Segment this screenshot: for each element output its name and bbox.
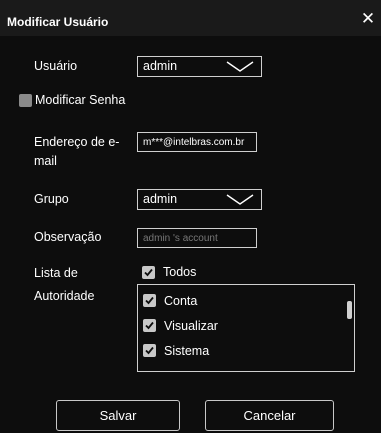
email-label-line2: mail — [34, 154, 57, 168]
close-icon[interactable]: ✕ — [359, 10, 377, 28]
select-all-checkbox[interactable] — [142, 266, 155, 279]
authority-item-label: Sistema — [164, 344, 210, 358]
authority-label-line2: Autoridade — [34, 289, 95, 303]
checkmark-icon — [145, 296, 154, 305]
authority-label-line1: Lista de — [34, 266, 78, 280]
authority-item-label: Visualizar — [164, 319, 218, 333]
save-button[interactable]: Salvar — [56, 400, 180, 431]
chevron-down-icon — [226, 61, 254, 72]
group-label: Grupo — [34, 192, 69, 206]
user-select-value: admin — [143, 59, 178, 73]
select-all-label: Todos — [163, 265, 197, 279]
user-label: Usuário — [34, 59, 78, 73]
change-password-checkbox[interactable] — [19, 94, 32, 107]
note-label: Observação — [34, 230, 102, 244]
group-select[interactable]: admin — [137, 189, 262, 210]
user-select[interactable]: admin — [137, 56, 262, 77]
dialog-titlebar: Modificar Usuário ✕ — [0, 0, 381, 36]
authority-item-label: Conta — [164, 294, 198, 308]
authority-checkbox[interactable] — [143, 344, 156, 357]
checkmark-icon — [144, 268, 153, 277]
email-field[interactable] — [137, 132, 257, 152]
checkmark-icon — [145, 321, 154, 330]
checkmark-icon — [145, 346, 154, 355]
change-password-label: Modificar Senha — [35, 93, 126, 107]
authority-list[interactable]: Conta Visualizar Sistema — [137, 284, 355, 372]
note-field[interactable] — [137, 228, 257, 248]
authority-checkbox-partial — [143, 371, 156, 372]
dialog-title: Modificar Usuário — [7, 15, 109, 29]
authority-checkbox[interactable] — [143, 319, 156, 332]
group-select-value: admin — [143, 192, 178, 206]
cancel-button[interactable]: Cancelar — [205, 400, 334, 431]
scrollbar-thumb[interactable] — [347, 301, 352, 319]
authority-checkbox[interactable] — [143, 294, 156, 307]
modify-user-dialog: Modificar Usuário ✕ Usuário admin Modifi… — [0, 0, 381, 433]
chevron-down-icon — [226, 194, 254, 205]
